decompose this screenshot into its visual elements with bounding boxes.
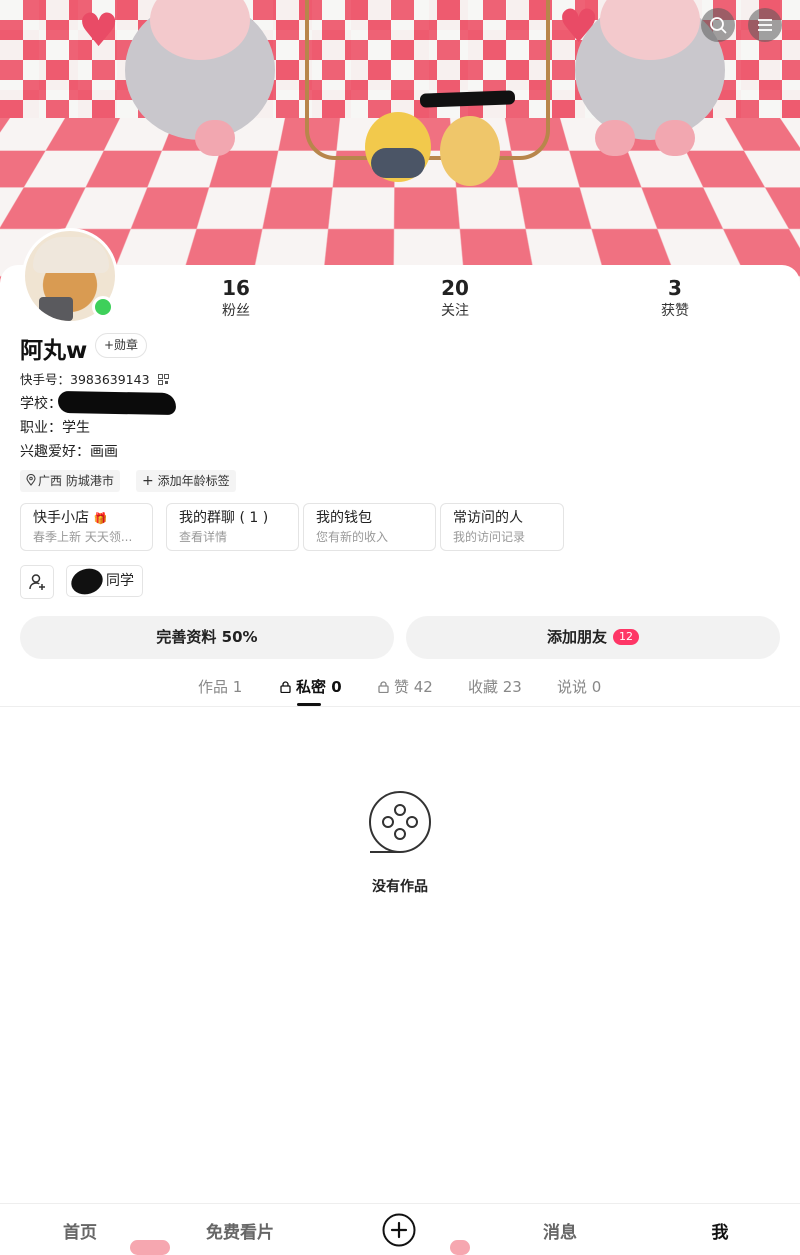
- nav-free-movies[interactable]: 免费看片: [190, 1218, 290, 1243]
- feature-title: 我的钱包: [316, 510, 372, 526]
- stat-number: 3: [668, 276, 682, 300]
- feature-title: 我的群聊 ( 1 ): [179, 510, 269, 526]
- redaction-mark: [57, 390, 177, 416]
- heart-icon: ♥: [78, 3, 120, 57]
- decoration: [450, 1240, 470, 1255]
- job-line: 职业：学生: [20, 417, 90, 437]
- nav-messages[interactable]: 消息: [510, 1218, 610, 1243]
- school-label: 学校：: [20, 396, 62, 412]
- search-button[interactable]: [701, 8, 735, 42]
- complete-profile-label: 完善资料 50%: [156, 628, 258, 646]
- stat-followers[interactable]: 16 粉丝: [176, 275, 296, 321]
- tab-liked[interactable]: 赞 42: [378, 676, 433, 697]
- avatar-phone: [39, 297, 73, 321]
- hobby-label: 兴趣爱好：: [20, 444, 90, 460]
- add-person-icon: [29, 574, 45, 590]
- add-age-tag-button[interactable]: + 添加年龄标签: [136, 470, 236, 492]
- tab-posts[interactable]: 说说 0: [557, 676, 601, 697]
- tab-label: 赞 42: [394, 678, 433, 696]
- location-text: 广西 防城港市: [38, 474, 114, 488]
- job-value: 学生: [62, 420, 90, 436]
- stat-number: 20: [441, 276, 469, 300]
- hobby-value: 画画: [90, 444, 118, 460]
- location-pin-icon: [26, 473, 36, 486]
- kuaishou-id-label: 快手号：: [20, 372, 71, 387]
- location-tag[interactable]: 广西 防城港市: [20, 470, 120, 492]
- add-person-button[interactable]: [20, 565, 54, 599]
- feature-group-chat[interactable]: 我的群聊 ( 1 ) 查看详情: [166, 503, 299, 551]
- feature-wallet[interactable]: 我的钱包 您有新的收入: [303, 503, 436, 551]
- kuaishou-id-value: 3983639143: [70, 372, 150, 387]
- cover-sheep-left: [105, 0, 295, 160]
- create-post-button[interactable]: [382, 1213, 416, 1247]
- gift-icon: 🎁: [93, 512, 108, 525]
- plus-icon: +: [142, 473, 154, 489]
- stat-likes[interactable]: 3 获赞: [615, 275, 735, 321]
- feature-subtitle: 春季上新 天天领...: [33, 530, 133, 544]
- qr-code-icon[interactable]: [157, 374, 169, 385]
- feature-subtitle: 我的访问记录: [453, 530, 526, 544]
- cover-toy-figure: [365, 112, 431, 182]
- profile-cover-image[interactable]: ♥ ♥: [0, 0, 800, 290]
- search-icon: [710, 17, 727, 34]
- menu-icon: [758, 19, 772, 31]
- cover-toy-figure: [440, 116, 500, 186]
- empty-state-text: 没有作品: [372, 879, 428, 895]
- content-tabs: 作品 1 私密 0 赞 42 收藏 23 说说 0: [0, 672, 800, 707]
- stat-label: 关注: [441, 303, 469, 319]
- tab-works[interactable]: 作品 1: [198, 676, 242, 697]
- avatar-hat: [33, 237, 109, 273]
- lock-icon: [280, 681, 291, 693]
- nickname: 阿丸w: [20, 338, 88, 364]
- feature-frequent-visitors[interactable]: 常访问的人 我的访问记录: [440, 503, 564, 551]
- job-label: 职业：: [20, 420, 62, 436]
- feature-kuaishou-shop[interactable]: 快手小店 🎁 春季上新 天天领...: [20, 503, 153, 551]
- menu-button[interactable]: [748, 8, 782, 42]
- online-status-dot: [92, 296, 114, 318]
- tab-label: 私密 0: [296, 678, 342, 696]
- feature-subtitle: 查看详情: [179, 530, 228, 544]
- tab-label: 收藏 23: [468, 678, 522, 696]
- tab-label: 说说 0: [557, 678, 602, 696]
- tab-favorites[interactable]: 收藏 23: [468, 676, 522, 697]
- classmate-chip[interactable]: 同学: [66, 564, 143, 599]
- complete-profile-button[interactable]: 完善资料 50%: [20, 616, 394, 659]
- feature-title: 快手小店: [33, 510, 89, 526]
- tab-label: 作品 1: [198, 678, 243, 696]
- bottom-nav: 首页 免费看片 消息 我: [0, 1203, 800, 1255]
- school-line: 学校：: [20, 393, 62, 413]
- heart-icon: ♥: [558, 0, 600, 53]
- nav-home[interactable]: 首页: [30, 1218, 130, 1243]
- classmate-label: 同学: [106, 573, 134, 589]
- stat-label: 粉丝: [222, 303, 250, 319]
- add-badge-button[interactable]: +勋章: [95, 333, 148, 358]
- stat-label: 获赞: [661, 303, 689, 319]
- decoration: [130, 1240, 170, 1255]
- film-reel-icon: [368, 791, 431, 853]
- hobby-line: 兴趣爱好：画画: [20, 441, 118, 461]
- add-friends-button[interactable]: 添加朋友 12: [406, 616, 780, 659]
- feature-title: 常访问的人: [453, 510, 523, 526]
- lock-icon: [378, 681, 389, 693]
- kuaishou-id-line[interactable]: 快手号：3983639143: [20, 369, 169, 388]
- active-tab-indicator: [297, 703, 321, 706]
- redaction-mark: [67, 564, 107, 599]
- add-friends-label: 添加朋友: [546, 628, 607, 646]
- nav-me[interactable]: 我: [670, 1218, 770, 1243]
- stat-number: 16: [222, 276, 250, 300]
- tab-private[interactable]: 私密 0: [280, 676, 342, 697]
- add-friends-count-badge: 12: [613, 629, 639, 645]
- add-age-tag-label: 添加年龄标签: [157, 474, 230, 488]
- stat-following[interactable]: 20 关注: [395, 275, 515, 321]
- feature-subtitle: 您有新的收入: [316, 530, 389, 544]
